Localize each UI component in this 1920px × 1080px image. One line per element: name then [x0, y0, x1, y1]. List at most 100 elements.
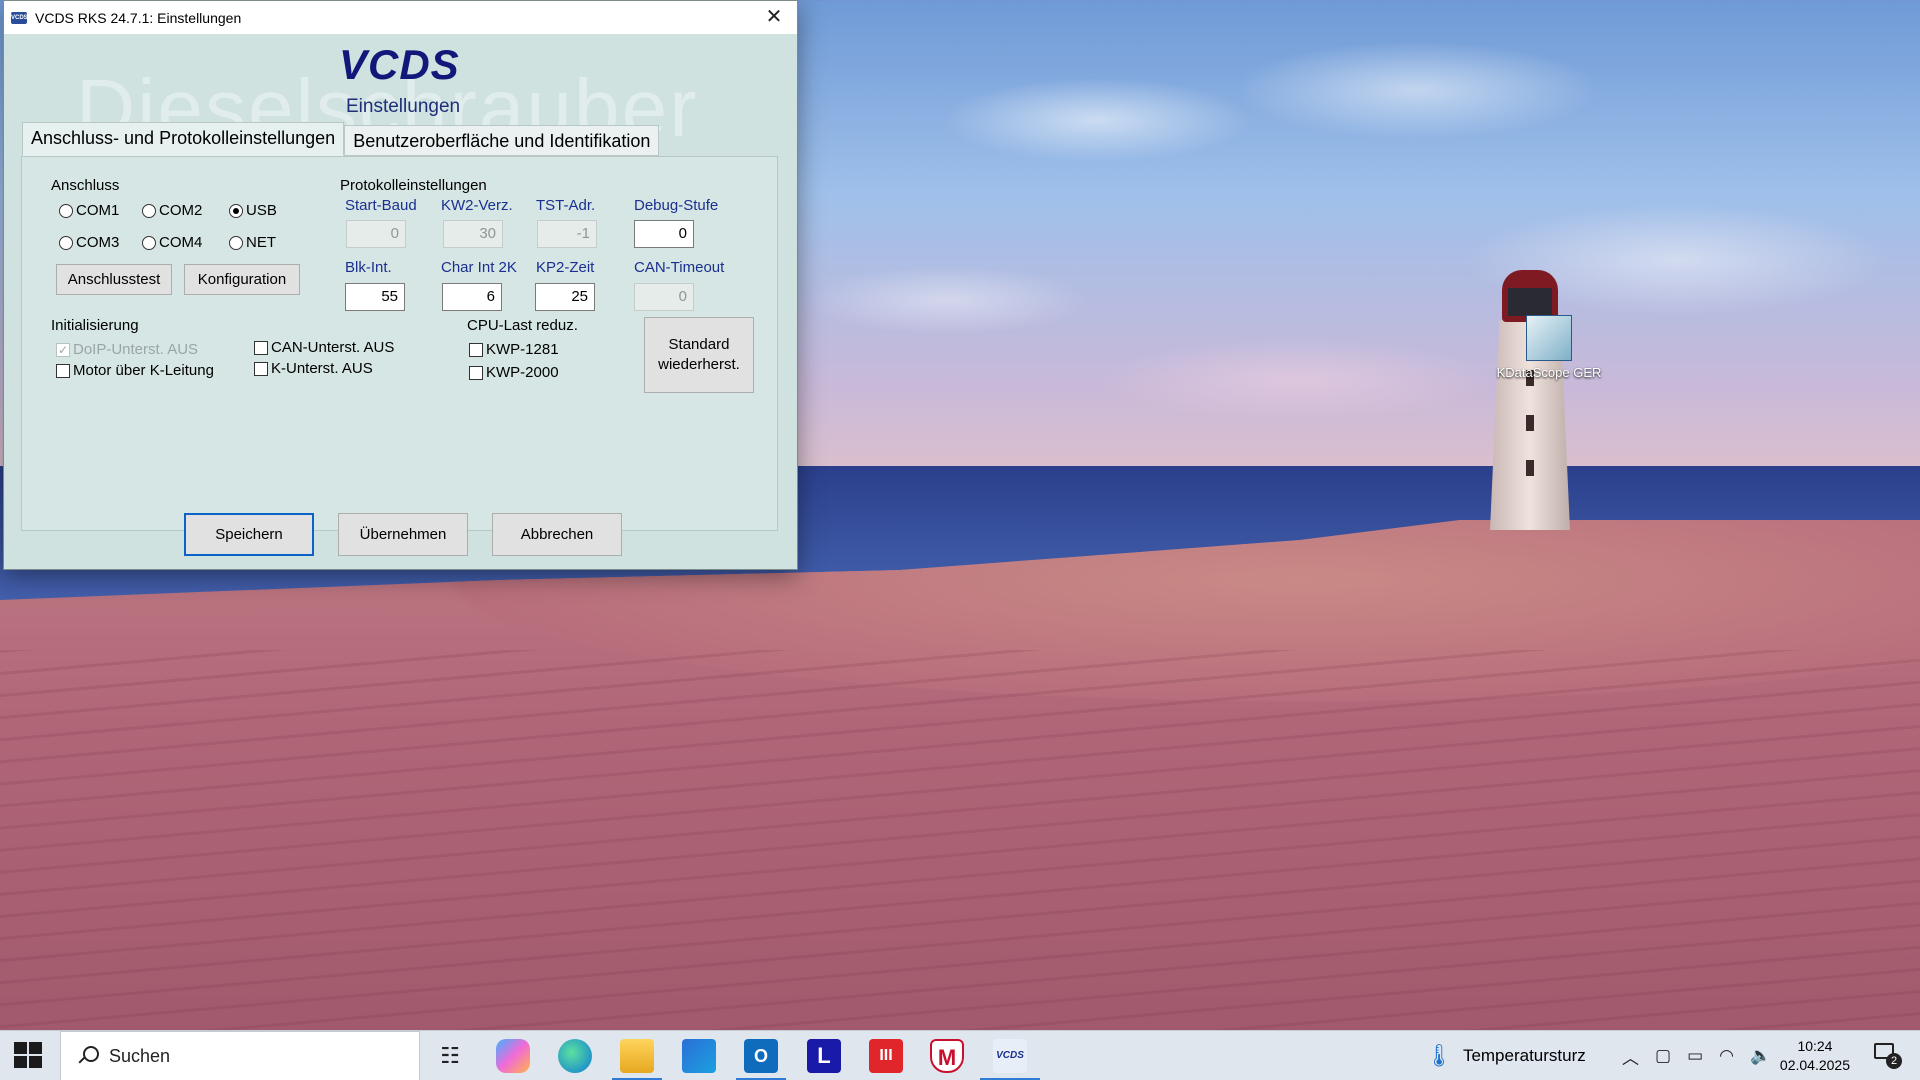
- can-timeout-field: 0: [634, 283, 694, 311]
- kw2-verz-field: 30: [443, 220, 503, 248]
- doip-checkbox: ✓ DoIP-Unterst. AUS: [56, 341, 198, 358]
- dialog-client: Dieselschrauber VCDS Einstellungen Ansch…: [4, 34, 797, 569]
- desktop-icon-kdatascope[interactable]: KDataScope GER: [1484, 315, 1614, 380]
- k-unterst-checkbox[interactable]: K-Unterst. AUS: [254, 360, 373, 377]
- copilot-icon[interactable]: [496, 1039, 530, 1073]
- doip-check-icon: ✓: [56, 342, 70, 357]
- kp2-zeit-field[interactable]: 25: [535, 283, 595, 311]
- konfiguration-button[interactable]: Konfiguration: [184, 264, 300, 295]
- kp2-zeit-label: KP2-Zeit: [536, 259, 595, 276]
- tab-strip: Anschluss- und Protokolleinstellungen Be…: [22, 122, 660, 156]
- doip-label: DoIP-Unterst. AUS: [73, 341, 199, 358]
- cpu-heading: CPU-Last reduz.: [467, 317, 578, 334]
- motor-k-leitung-box: [56, 363, 70, 378]
- desktop-icon-label: KDataScope GER: [1496, 365, 1602, 380]
- thermometer-icon: 🌡: [1425, 1043, 1453, 1068]
- motor-k-leitung-checkbox[interactable]: Motor über K-Leitung: [56, 362, 214, 379]
- radio-com4-dot: [142, 235, 156, 250]
- radio-com1[interactable]: COM1: [59, 202, 119, 219]
- speichern-button[interactable]: Speichern: [184, 513, 314, 556]
- kwp1281-checkbox[interactable]: KWP-1281: [469, 341, 559, 358]
- char-int-label: Char Int 2K: [441, 259, 517, 276]
- battery-icon[interactable]: ▭: [1687, 1046, 1703, 1066]
- taskbar-search[interactable]: Suchen: [60, 1031, 420, 1080]
- anschlusstest-button[interactable]: Anschlusstest: [56, 264, 172, 295]
- window-title: VCDS RKS 24.7.1: Einstellungen: [35, 9, 242, 26]
- radio-com1-dot: [59, 203, 73, 218]
- anschluss-heading: Anschluss: [51, 177, 120, 194]
- l-app-icon[interactable]: L: [807, 1039, 841, 1073]
- clock[interactable]: 10:24 02.04.2025: [1780, 1037, 1850, 1075]
- init-heading: Initialisierung: [51, 317, 139, 334]
- protokoll-heading: Protokolleinstellungen: [340, 177, 487, 194]
- dialog-subtitle: Einstellungen: [346, 96, 461, 117]
- chevron-up-icon[interactable]: ︿: [1622, 1044, 1639, 1069]
- edge-icon[interactable]: [558, 1039, 592, 1073]
- task-view-button[interactable]: ☷: [433, 1039, 467, 1073]
- vcds-app-icon: VCDS: [11, 11, 28, 24]
- blk-int-field[interactable]: 55: [345, 283, 405, 311]
- store-icon[interactable]: [682, 1039, 716, 1073]
- start-baud-field: 0: [346, 220, 406, 248]
- wallpaper-sky: [797, 0, 1920, 470]
- mcafee-icon[interactable]: M: [930, 1039, 964, 1073]
- radio-com2[interactable]: COM2: [142, 202, 202, 219]
- weather-widget[interactable]: 🌡 Temperatursturz: [1425, 1031, 1586, 1080]
- notification-button[interactable]: 2: [1874, 1043, 1902, 1069]
- search-icon: [77, 1046, 99, 1066]
- radio-com4-label: COM4: [159, 234, 203, 251]
- debug-stufe-field[interactable]: 0: [634, 220, 694, 248]
- can-unterst-checkbox[interactable]: CAN-Unterst. AUS: [254, 339, 394, 356]
- iii-app-icon[interactable]: III: [869, 1039, 903, 1073]
- can-unterst-box: [254, 340, 268, 355]
- kwp2000-label: KWP-2000: [486, 364, 559, 381]
- blk-int-label: Blk-Int.: [345, 259, 392, 276]
- char-int-field[interactable]: 6: [442, 283, 502, 311]
- radio-com3-label: COM3: [76, 234, 120, 251]
- kdatascope-icon: [1526, 315, 1572, 361]
- uebernehmen-button[interactable]: Übernehmen: [338, 513, 468, 556]
- close-button[interactable]: ✕: [751, 1, 797, 34]
- vcds-taskbar-icon[interactable]: VCDS: [993, 1039, 1027, 1073]
- radio-usb-dot: [229, 203, 243, 218]
- can-timeout-label: CAN-Timeout: [634, 259, 725, 276]
- windows-logo-icon: [14, 1042, 27, 1054]
- tab-anschluss-protokoll[interactable]: Anschluss- und Protokolleinstellungen: [22, 122, 345, 156]
- radio-com4[interactable]: COM4: [142, 234, 202, 251]
- radio-usb-label: USB: [246, 202, 277, 219]
- k-unterst-label: K-Unterst. AUS: [271, 360, 373, 377]
- volume-icon[interactable]: 🔈: [1750, 1046, 1771, 1066]
- title-bar[interactable]: VCDS VCDS RKS 24.7.1: Einstellungen ✕: [4, 1, 797, 34]
- wifi-icon[interactable]: ◠: [1719, 1046, 1734, 1066]
- kwp1281-box: [469, 342, 483, 357]
- clock-date: 02.04.2025: [1779, 1057, 1850, 1073]
- system-tray: ︿ ▢ ▭ ◠ 🔈: [1622, 1031, 1771, 1080]
- outlook-icon[interactable]: O: [744, 1039, 778, 1073]
- debug-stufe-label: Debug-Stufe: [634, 197, 719, 214]
- tab-panel: Anschluss COM1 COM2 USB COM3 COM4 NET An…: [21, 156, 778, 531]
- taskbar: Suchen ☷ O L III M VCDS 🌡 Temperaturstur…: [0, 1030, 1920, 1080]
- standard-wiederherst-button[interactable]: Standard wiederherst.: [644, 317, 754, 393]
- kw2-verz-label: KW2-Verz.: [441, 197, 513, 214]
- radio-net-dot: [229, 235, 243, 250]
- file-explorer-icon[interactable]: [620, 1039, 654, 1073]
- start-button[interactable]: [14, 1042, 44, 1070]
- tab-benutzeroberflaeche[interactable]: Benutzeroberfläche und Identifikation: [344, 125, 660, 156]
- search-placeholder: Suchen: [109, 1045, 171, 1066]
- wallpaper-lighthouse: [1480, 240, 1580, 530]
- abbrechen-button[interactable]: Abbrechen: [492, 513, 622, 556]
- radio-net-label: NET: [246, 234, 276, 251]
- kwp1281-label: KWP-1281: [486, 341, 559, 358]
- radio-com2-dot: [142, 203, 156, 218]
- kwp2000-checkbox[interactable]: KWP-2000: [469, 364, 559, 381]
- wallpaper-dune-lines: [0, 650, 1920, 1030]
- start-baud-label: Start-Baud: [345, 197, 417, 214]
- tst-adr-label: TST-Adr.: [536, 197, 596, 214]
- notification-count: 2: [1886, 1053, 1902, 1069]
- radio-net[interactable]: NET: [229, 234, 276, 251]
- tst-adr-field: -1: [537, 220, 597, 248]
- meet-now-icon[interactable]: ▢: [1655, 1046, 1671, 1066]
- radio-com1-label: COM1: [76, 202, 120, 219]
- radio-usb[interactable]: USB: [229, 202, 277, 219]
- radio-com3[interactable]: COM3: [59, 234, 119, 251]
